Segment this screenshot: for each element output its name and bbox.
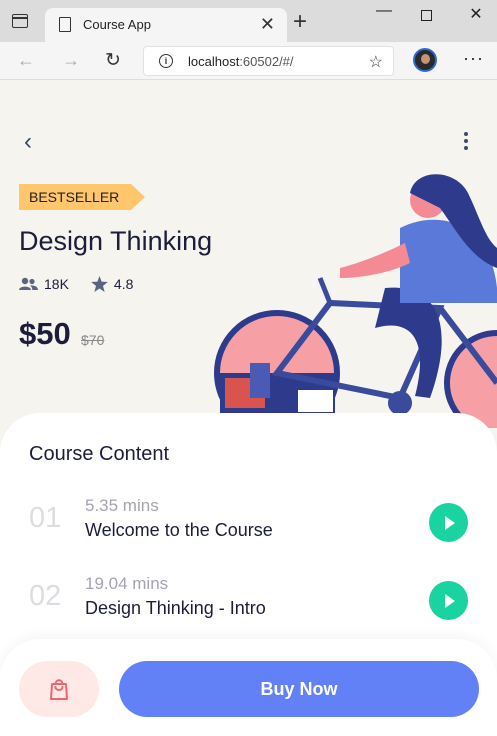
app-screen: ‹ BESTSELLER Design Thinking 18K 4.8 $50… [0,80,497,736]
lesson-number: 01 [29,502,62,534]
users-icon [19,277,38,290]
tab-title: Course App [83,17,151,32]
new-tab-button[interactable]: + [293,10,307,34]
browser-titlebar: Course App ✕ + — ✕ [0,0,497,42]
students-stat: 18K [19,276,69,292]
price: $50 [19,316,71,351]
course-title: Design Thinking [19,226,213,256]
lesson-title: Welcome to the Course [85,520,273,540]
profile-avatar[interactable] [413,48,437,72]
lesson-number: 02 [29,580,62,612]
close-window-button[interactable]: ✕ [466,4,486,24]
info-icon[interactable]: i [159,54,173,68]
lesson-item[interactable]: 02 19.04 mins Design Thinking - Intro [0,570,497,630]
lesson-duration: 5.35 mins [85,496,159,515]
course-stats: 18K 4.8 [19,276,155,292]
page-icon [59,17,71,32]
shopping-bag-icon [50,679,68,700]
bottom-action-bar: Buy Now [0,639,497,736]
url-input[interactable]: i localhost:60502/#/ ☆ [143,46,394,76]
students-count: 18K [44,276,69,292]
rating-value: 4.8 [113,276,134,292]
tab-close-icon[interactable]: ✕ [260,14,275,34]
play-button[interactable] [429,503,468,542]
cart-button[interactable] [19,661,99,717]
back-chevron-icon[interactable]: ‹ [24,130,32,154]
lesson-duration: 19.04 mins [85,574,169,593]
more-menu-icon[interactable]: ··· [463,48,484,69]
back-arrow-icon[interactable]: ← [17,50,35,71]
reload-icon[interactable]: ↻ [105,49,121,72]
more-options-icon[interactable] [464,132,469,153]
rating-stat: 4.8 [91,276,133,292]
browser-tab[interactable]: Course App ✕ [45,8,287,42]
tab-actions-icon[interactable] [12,14,28,28]
add-favorite-icon[interactable]: ☆ [369,52,383,72]
buy-now-button[interactable]: Buy Now [119,661,479,717]
forward-arrow-icon[interactable]: → [62,50,80,71]
star-icon [91,276,108,292]
old-price: $70 [81,332,105,348]
play-button[interactable] [429,581,468,620]
url-text: localhost:60502/#/ [188,54,294,69]
maximize-button[interactable] [421,10,432,21]
lesson-title: Design Thinking - Intro [85,598,266,618]
course-content-heading: Course Content [29,443,170,465]
minimize-button[interactable]: — [374,2,394,20]
address-bar: ← → ↻ i localhost:60502/#/ ☆ ··· [0,42,497,80]
cyclist-illustration [214,174,497,428]
bestseller-badge: BESTSELLER [19,184,146,210]
lesson-item[interactable]: 01 5.35 mins Welcome to the Course [0,492,497,552]
